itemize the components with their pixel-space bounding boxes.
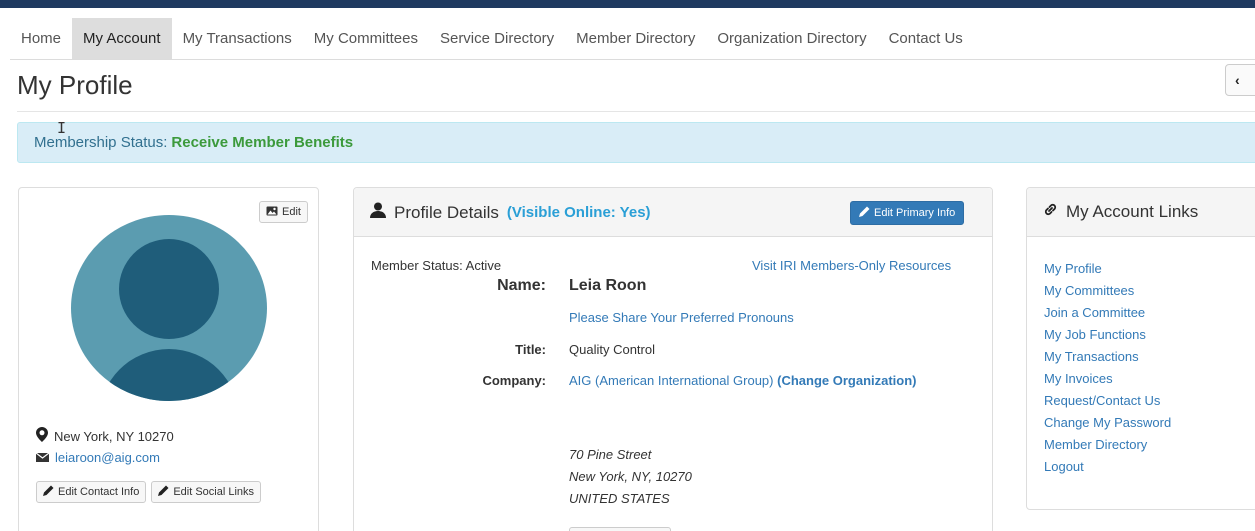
membership-status-label: Membership Status: (34, 134, 168, 151)
profile-details-heading: Profile Details (394, 202, 499, 222)
address-line-3: UNITED STATES (569, 491, 670, 506)
account-link-my-invoices[interactable]: My Invoices (1044, 368, 1171, 390)
name-value: Leia Roon (569, 277, 647, 294)
address-line-2: New York, NY, 10270 (569, 469, 692, 484)
link-icon (1043, 202, 1058, 222)
page-title: My Profile (17, 70, 133, 100)
membership-status-alert: Membership Status: Receive Member Benefi… (17, 122, 1255, 163)
address-line-1: 70 Pine Street (569, 447, 652, 462)
profile-details-header: Profile Details (Visible Online: Yes) Ed… (354, 188, 992, 237)
title-divider (17, 111, 1255, 112)
nav-my-committees[interactable]: My Committees (303, 18, 429, 59)
pencil-icon (158, 485, 169, 499)
address-action-button[interactable] (569, 527, 671, 531)
nav-organization-directory[interactable]: Organization Directory (706, 18, 877, 59)
preferred-pronouns-link[interactable]: Please Share Your Preferred Pronouns (569, 310, 794, 325)
account-link-join-committee[interactable]: Join a Committee (1044, 302, 1171, 324)
edit-primary-info-button[interactable]: Edit Primary Info (850, 201, 965, 225)
account-links-panel: My Account Links My Profile My Committee… (1026, 187, 1255, 510)
edit-photo-label: Edit (282, 206, 301, 218)
account-link-my-transactions[interactable]: My Transactions (1044, 346, 1171, 368)
company-line: AIG (American International Group) (Chan… (569, 373, 917, 388)
company-label: Company: (482, 373, 546, 388)
profile-photo-panel: Edit New York, NY 10270 leiaroon@aig.com… (18, 187, 319, 531)
pencil-icon (859, 206, 870, 220)
nav-my-transactions[interactable]: My Transactions (172, 18, 303, 59)
visible-online-status: (Visible Online: Yes) (506, 204, 651, 221)
avatar[interactable] (71, 215, 267, 401)
pencil-icon (43, 485, 54, 499)
edit-social-links-label: Edit Social Links (173, 486, 255, 498)
email-line: leiaroon@aig.com (35, 450, 160, 465)
account-links-list: My Profile My Committees Join a Committe… (1044, 258, 1171, 478)
profile-details-panel: Profile Details (Visible Online: Yes) Ed… (353, 187, 993, 531)
account-link-change-password[interactable]: Change My Password (1044, 412, 1171, 434)
members-only-resources-link[interactable]: Visit IRI Members-Only Resources (752, 258, 951, 273)
account-links-title: My Account Links (1043, 202, 1198, 222)
location-text: New York, NY 10270 (54, 428, 174, 444)
nav-contact-us[interactable]: Contact Us (878, 18, 974, 59)
top-border (0, 0, 1255, 8)
avatar-body (99, 349, 239, 401)
membership-status-value: Receive Member Benefits (171, 134, 354, 151)
edit-photo-button[interactable]: Edit (259, 201, 308, 223)
avatar-head (119, 239, 219, 339)
text-cursor-icon: I (57, 119, 67, 137)
nav-service-directory[interactable]: Service Directory (429, 18, 565, 59)
change-organization-link[interactable]: (Change Organization) (777, 373, 916, 388)
account-link-my-profile[interactable]: My Profile (1044, 258, 1171, 280)
account-link-my-committees[interactable]: My Committees (1044, 280, 1171, 302)
contact-buttons: Edit Contact Info Edit Social Links (36, 481, 262, 503)
nav-my-account[interactable]: My Account (72, 18, 172, 59)
map-marker-icon (36, 427, 48, 445)
account-links-heading: My Account Links (1066, 202, 1199, 221)
company-link[interactable]: AIG (American International Group) (569, 373, 773, 388)
member-status-text: Member Status: Active (371, 258, 502, 273)
nav-home[interactable]: Home (10, 18, 72, 59)
account-link-job-functions[interactable]: My Job Functions (1044, 324, 1171, 346)
edit-contact-info-label: Edit Contact Info (58, 486, 140, 498)
account-links-header: My Account Links (1027, 188, 1255, 237)
title-label: Title: (515, 342, 546, 357)
collapse-sidebar-button[interactable]: ‹ (1225, 64, 1255, 96)
top-nav: Home My Account My Transactions My Commi… (10, 18, 1255, 60)
edit-primary-info-label: Edit Primary Info (874, 207, 956, 219)
edit-contact-info-button[interactable]: Edit Contact Info (36, 481, 147, 503)
account-link-member-directory[interactable]: Member Directory (1044, 434, 1171, 456)
picture-icon (266, 206, 278, 219)
chevron-left-icon: ‹ (1235, 72, 1240, 88)
account-link-request-contact[interactable]: Request/Contact Us (1044, 390, 1171, 412)
edit-social-links-button[interactable]: Edit Social Links (151, 481, 262, 503)
title-value: Quality Control (569, 342, 655, 357)
account-link-logout[interactable]: Logout (1044, 456, 1171, 478)
nav-member-directory[interactable]: Member Directory (565, 18, 706, 59)
user-icon (370, 202, 386, 223)
profile-details-title: Profile Details (Visible Online: Yes) (370, 202, 651, 223)
email-link[interactable]: leiaroon@aig.com (55, 450, 160, 465)
envelope-icon (35, 450, 50, 465)
name-label: Name: (497, 277, 546, 294)
location-line: New York, NY 10270 (36, 427, 174, 445)
